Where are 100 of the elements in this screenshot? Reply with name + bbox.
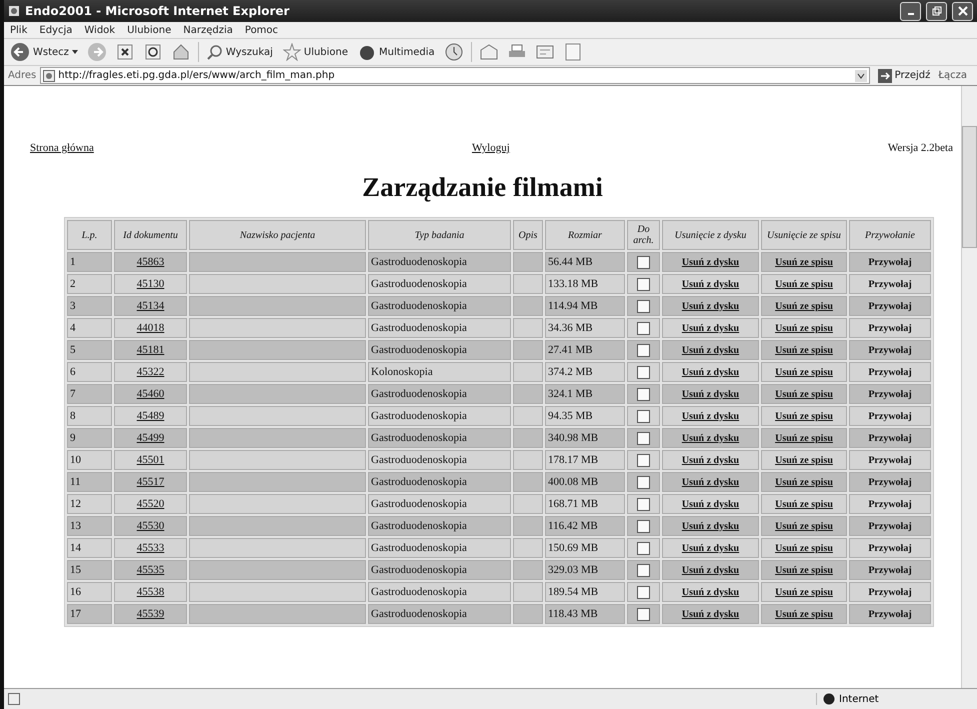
table-cell: 17 [67,604,112,624]
table-cell: 324.1 MB [545,384,625,404]
media-button[interactable]: Multimedia [356,40,437,64]
table-cell: Gastroduodenoskopia [368,450,511,470]
archive-checkbox[interactable] [637,608,650,620]
table-cell: 12 [67,494,112,514]
dropdown-icon[interactable] [854,70,867,82]
table-cell: 178.17 MB [545,450,625,470]
archive-checkbox[interactable] [637,410,650,422]
column-header: Rozmiar [545,220,625,250]
search-button[interactable]: Wyszukaj [204,40,275,64]
archive-checkbox[interactable] [637,564,650,576]
archive-checkbox[interactable] [637,520,650,532]
zone-text: Internet [839,694,879,704]
table-cell: 189.54 MB [545,582,625,602]
archive-checkbox[interactable] [637,300,650,312]
archive-checkbox[interactable] [637,542,650,554]
table-cell [513,450,543,470]
table-cell [513,318,543,338]
minimize-button[interactable] [900,2,921,20]
links-label[interactable]: Łącza [938,70,973,81]
table-cell: 2 [67,274,112,294]
page-icon [43,70,56,82]
table-cell: 16 [67,582,112,602]
go-button[interactable]: Przejdź [874,68,934,82]
menu-item[interactable]: Narzędzia [183,24,233,36]
table-cell [513,274,543,294]
table-cell: 118.43 MB [545,604,625,624]
home-link[interactable]: Strona główna [30,142,94,154]
table-cell [513,296,543,316]
table-cell [513,582,543,602]
table-cell: Gastroduodenoskopia [368,428,511,448]
column-header: Nazwisko pacjenta [189,220,366,250]
search-icon [206,44,223,60]
address-field[interactable]: http://fragles.eti.pg.gda.pl/ers/www/arch_film_man.php [40,67,870,84]
table-cell: Gastroduodenoskopia [368,494,511,514]
menu-item[interactable]: Edycja [39,24,72,36]
media-icon [358,43,376,61]
menu-item[interactable]: Pomoc [244,24,278,36]
table-cell [513,340,543,360]
table-cell: 3 [67,296,112,316]
table-cell: 8 [67,406,112,426]
browser-icon [8,5,20,17]
archive-checkbox[interactable] [637,344,650,356]
table-cell [513,560,543,580]
page-icon [8,693,20,705]
table-cell [513,384,543,404]
table-cell: 34.36 MB [545,318,625,338]
table-cell: 15 [67,560,112,580]
table-cell [513,472,543,492]
table-cell: 400.08 MB [545,472,625,492]
address-label: Adres [8,70,36,81]
archive-checkbox[interactable] [637,432,650,444]
table-cell: 5 [67,340,112,360]
table-cell: 374.2 MB [545,362,625,382]
star-icon [282,43,301,61]
column-header: Usunięcie ze spisu [761,220,847,250]
table-cell: Gastroduodenoskopia [368,274,511,294]
archive-checkbox[interactable] [637,366,650,378]
table-cell: Kolonoskopia [368,362,511,382]
menu-item[interactable]: Widok [84,24,116,36]
close-button[interactable] [952,2,973,20]
table-cell: 116.42 MB [545,516,625,536]
favorites-button[interactable]: Ulubione [280,40,350,64]
table-cell: 168.71 MB [545,494,625,514]
menu-item[interactable]: Ulubione [127,24,172,36]
archive-checkbox[interactable] [637,454,650,466]
table-cell: Gastroduodenoskopia [368,406,511,426]
column-header: Przywołanie [849,220,931,250]
table-cell: 11 [67,472,112,492]
page-heading: Zarządzanie filmami [361,172,604,203]
logout-link[interactable]: Wyloguj [472,142,510,154]
archive-checkbox[interactable] [637,586,650,598]
caret-icon [72,50,78,54]
table-cell: 1 [67,252,112,272]
table-cell: Gastroduodenoskopia [368,582,511,602]
archive-checkbox[interactable] [637,322,650,334]
column-header: L.p. [67,220,112,250]
table-cell: Gastroduodenoskopia [368,516,511,536]
table-cell: 340.98 MB [545,428,625,448]
column-header: Id dokumentu [114,220,187,250]
history-icon[interactable] [442,41,465,63]
archive-checkbox[interactable] [637,256,650,268]
table-cell [513,428,543,448]
archive-checkbox[interactable] [637,388,650,400]
column-header: Typ badania [368,220,511,250]
table-cell [513,362,543,382]
restore-button[interactable] [926,2,947,20]
table-cell: 329.03 MB [545,560,625,580]
archive-checkbox[interactable] [637,498,650,510]
table-cell: 7 [67,384,112,404]
table-cell: Gastroduodenoskopia [368,560,511,580]
back-button[interactable]: Wstecz [8,40,80,64]
globe-icon [823,693,835,705]
table-cell: 27.41 MB [545,340,625,360]
scrollbar[interactable] [961,86,977,688]
menu-item[interactable]: Plik [10,24,28,36]
archive-checkbox[interactable] [637,278,650,290]
table-cell: Gastroduodenoskopia [368,538,511,558]
archive-checkbox[interactable] [637,476,650,488]
